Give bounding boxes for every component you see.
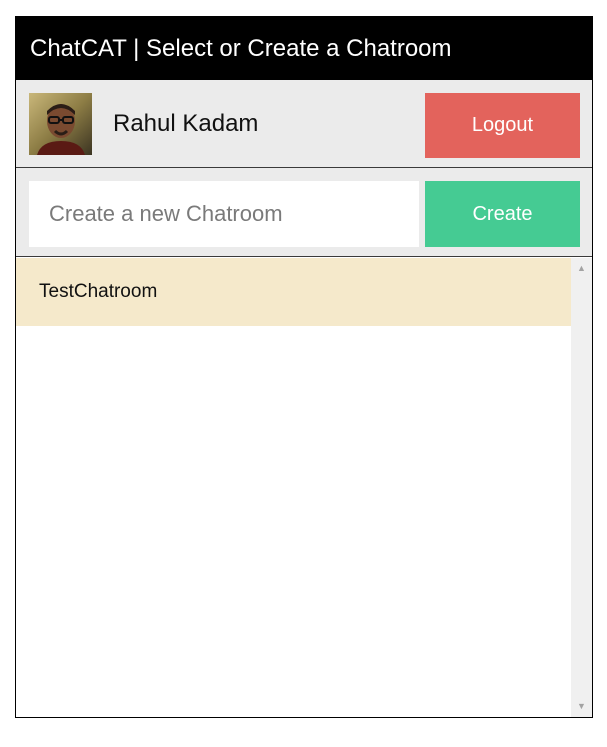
user-bar: Rahul Kadam Logout [16, 80, 592, 168]
chatroom-list: TestChatroom [16, 258, 571, 717]
user-name: Rahul Kadam [113, 110, 259, 137]
scrollbar[interactable]: ▲ ▼ [571, 258, 592, 717]
logout-button[interactable]: Logout [425, 93, 580, 158]
avatar-photo-icon [29, 93, 92, 155]
create-chatroom-bar: Create [16, 168, 592, 257]
scroll-up-arrow-icon[interactable]: ▲ [571, 260, 592, 277]
chatroom-item[interactable]: TestChatroom [16, 258, 571, 326]
chat-app-window: ChatCAT | Select or Create a Chatroom Ra… [15, 16, 593, 718]
new-chatroom-input[interactable] [29, 181, 419, 247]
page-title: ChatCAT | Select or Create a Chatroom [16, 17, 592, 80]
scroll-down-arrow-icon[interactable]: ▼ [571, 698, 592, 715]
create-button[interactable]: Create [425, 181, 580, 247]
avatar [29, 93, 92, 155]
